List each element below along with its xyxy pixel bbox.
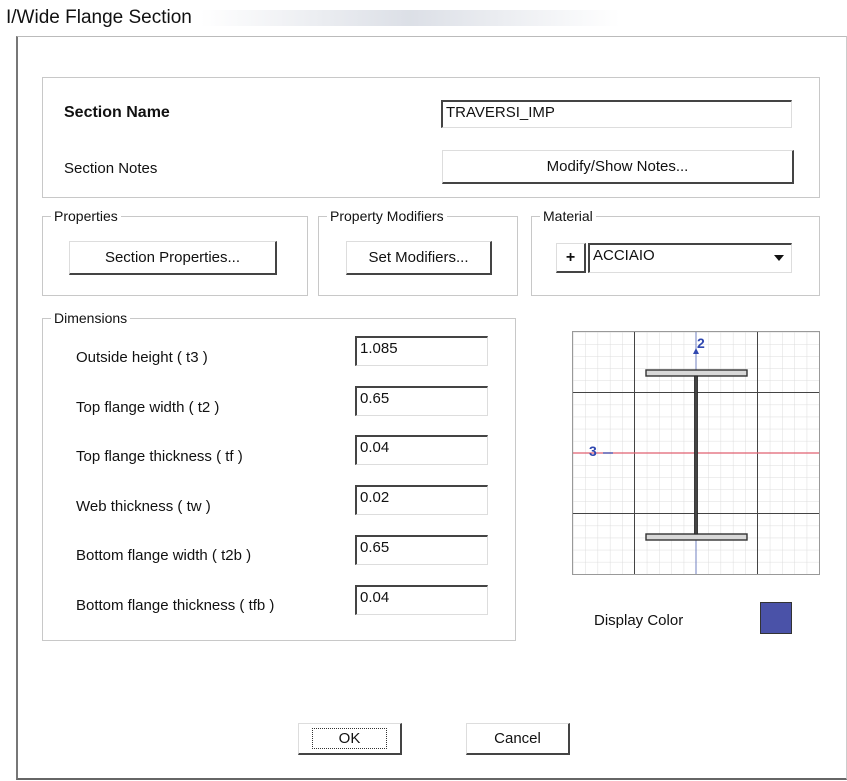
material-selected-value: ACCIAIO [593,247,655,264]
cancel-button[interactable]: Cancel [466,723,570,755]
section-preview: 2 3 [572,331,820,575]
titlebar-shading [200,10,620,26]
section-properties-button[interactable]: Section Properties... [69,241,277,275]
top-flange-thickness-label: Top flange thickness ( tf ) [76,448,243,465]
material-group-label: Material [540,208,596,224]
ok-button-label: OK [311,728,388,749]
material-select[interactable]: ACCIAIO [588,243,792,273]
axis-2-label: 2 [697,335,705,351]
chevron-down-icon[interactable] [769,247,789,269]
bottom-flange-width-field[interactable]: 0.65 [355,535,488,565]
section-name-field[interactable]: TRAVERSI_IMP [441,100,792,128]
web-thickness-field[interactable]: 0.02 [355,485,488,515]
display-color-swatch[interactable] [760,602,792,634]
web-thickness-label: Web thickness ( tw ) [76,498,211,515]
section-name-label: Section Name [64,104,170,121]
property-modifiers-group-label: Property Modifiers [327,208,447,224]
modify-show-notes-button[interactable]: Modify/Show Notes... [442,150,794,184]
section-notes-label: Section Notes [64,160,158,177]
bottom-flange-width-label: Bottom flange width ( t2b ) [76,547,252,564]
outside-height-field[interactable]: 1.085 [355,336,488,366]
top-flange-width-field[interactable]: 0.65 [355,386,488,416]
outside-height-label: Outside height ( t3 ) [76,349,208,366]
top-flange-width-label: Top flange width ( t2 ) [76,399,220,416]
ok-button[interactable]: OK [298,723,402,755]
bottom-flange-thickness-field[interactable]: 0.04 [355,585,488,615]
material-add-button[interactable]: + [556,243,586,273]
bottom-flange-thickness-label: Bottom flange thickness ( tfb ) [76,597,275,614]
window-title: I/Wide Flange Section [6,7,192,28]
display-color-label: Display Color [594,612,684,629]
dimensions-group-label: Dimensions [51,310,131,326]
set-modifiers-button[interactable]: Set Modifiers... [346,241,492,275]
axis-3-label: 3 [589,443,597,459]
top-flange-thickness-field[interactable]: 0.04 [355,435,488,465]
properties-group-label: Properties [51,208,121,224]
